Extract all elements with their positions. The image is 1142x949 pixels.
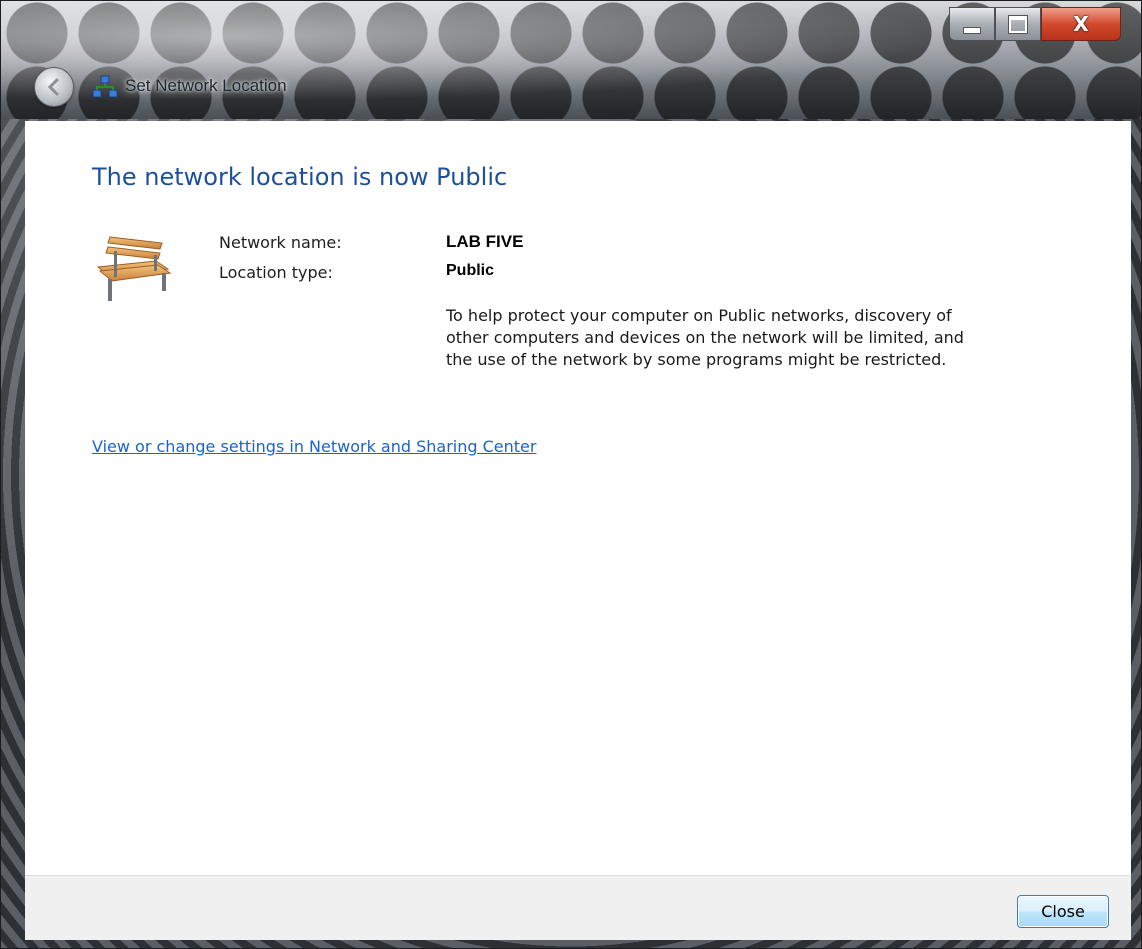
park-bench-icon (96, 236, 172, 301)
network-name-label: Network name: (219, 233, 342, 252)
set-network-location-window: Set Network Location X The network locat… (0, 0, 1142, 949)
back-button[interactable] (34, 67, 74, 107)
title-bar[interactable]: Set Network Location X (1, 1, 1141, 119)
network-name-value: LAB FIVE (446, 232, 524, 251)
network-icon (92, 75, 118, 98)
location-type-value: Public (446, 262, 495, 279)
maximize-icon (1009, 15, 1027, 33)
maximize-button[interactable] (995, 7, 1041, 41)
minimize-button[interactable] (949, 7, 995, 41)
page-heading: The network location is now Public (92, 163, 508, 191)
location-type-label: Location type: (219, 263, 333, 282)
location-description: To help protect your computer on Public … (446, 306, 964, 369)
caption-buttons: X (949, 7, 1121, 47)
close-button[interactable]: Close (1017, 895, 1109, 928)
dialog-footer: Close (25, 875, 1131, 940)
network-sharing-center-link[interactable]: View or change settings in Network and S… (92, 437, 536, 456)
content-pane: The network location is now Public Netwo… (25, 121, 1131, 875)
back-arrow-icon (47, 78, 59, 96)
close-window-button[interactable]: X (1041, 7, 1121, 41)
minimize-icon (963, 26, 981, 34)
close-icon: X (1073, 12, 1089, 36)
window-title: Set Network Location (125, 76, 287, 95)
